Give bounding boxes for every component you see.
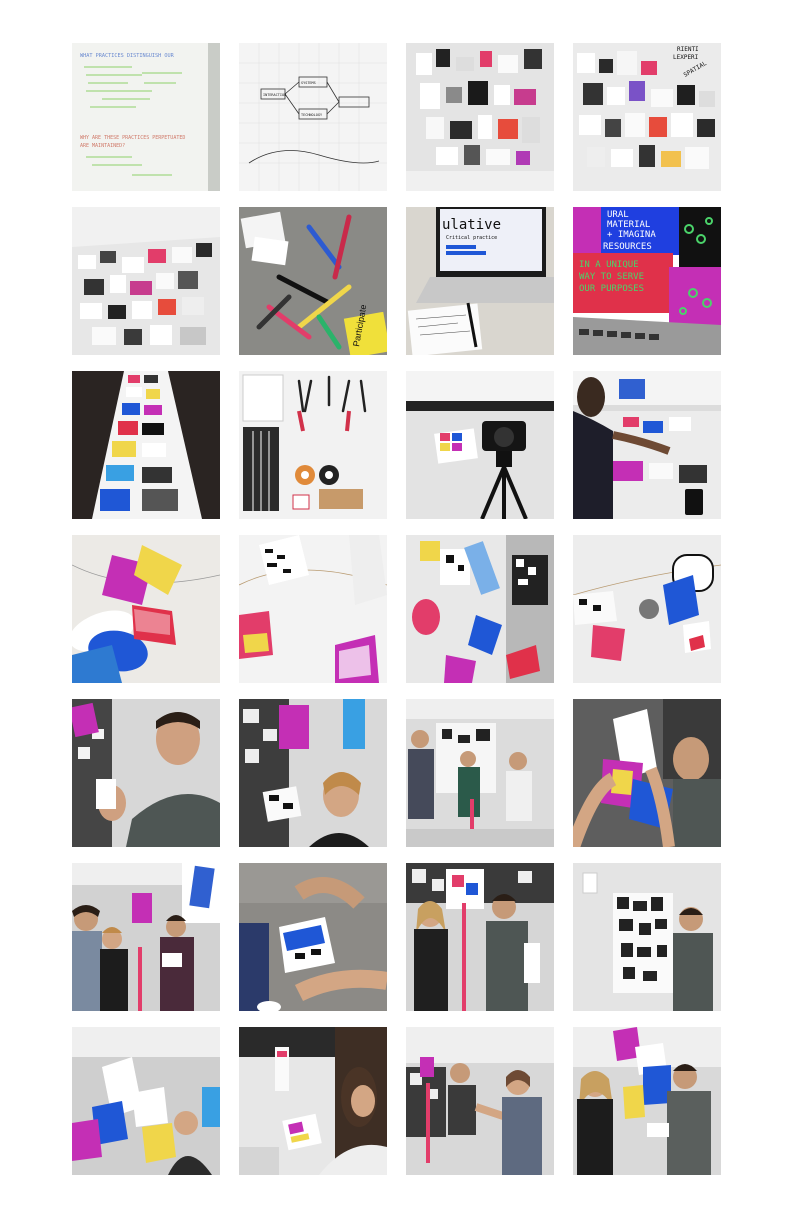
photo-pair-mobile-3 [573, 1027, 721, 1175]
svg-text:WHY ARE THESE PRACTICES PERPET: WHY ARE THESE PRACTICES PERPETUATED [80, 135, 185, 141]
photo-man-wall [573, 863, 721, 1011]
photo-print-strip [72, 371, 220, 519]
photo-laptop-poster: URAL MATERIAL + IMAGINA RESOURCES IN A U… [573, 207, 721, 355]
photo-pair-mobile-2 [406, 1027, 554, 1175]
svg-text:URAL: URAL [607, 210, 629, 220]
photo-grid-paper-sketch: INTERACTION SYSTEMS TECHNOLOGY [239, 43, 387, 191]
photo-group-three [72, 863, 220, 1011]
svg-text:WHAT PRACTICES DISTINGUISH OUR: WHAT PRACTICES DISTINGUISH OUR [80, 53, 175, 59]
photo-mobile-1 [72, 535, 220, 683]
photo-man-holding [72, 699, 220, 847]
photo-hands-up [573, 699, 721, 847]
svg-text:LEXPERI: LEXPERI [673, 54, 699, 61]
svg-text:TECHNOLOGY: TECHNOLOGY [301, 113, 323, 117]
photo-woman-reading [239, 1027, 387, 1175]
photo-pinned-wall-1 [406, 43, 554, 191]
svg-text:OUR PURPOSES: OUR PURPOSES [579, 284, 644, 294]
svg-text:ulative: ulative [442, 217, 501, 233]
svg-text:RESOURCES: RESOURCES [603, 242, 652, 252]
photo-person-cutting [573, 371, 721, 519]
photo-camera-table [406, 371, 554, 519]
svg-text:Critical practice: Critical practice [446, 235, 497, 241]
photo-pair-mobile [406, 863, 554, 1011]
photo-hands-cube [239, 863, 387, 1011]
photo-three-people [406, 699, 554, 847]
photo-tools [239, 371, 387, 519]
svg-text:WAY TO SERVE: WAY TO SERVE [579, 272, 644, 282]
photo-woman-hanging [72, 1027, 220, 1175]
photo-markers: Participate [239, 207, 387, 355]
svg-text:RIENTI: RIENTI [677, 46, 699, 53]
photo-laptop-speculative: ulative Critical practice [406, 207, 554, 355]
svg-text:MATERIAL: MATERIAL [607, 220, 650, 230]
photo-mobile-3 [406, 535, 554, 683]
photo-woman-mobile [239, 699, 387, 847]
photo-mobile-2 [239, 535, 387, 683]
photo-mobile-4 [573, 535, 721, 683]
svg-text:+ IMAGINA: + IMAGINA [607, 230, 656, 240]
svg-text:INTERACTION: INTERACTION [263, 93, 286, 97]
svg-text:ARE MAINTAINED?: ARE MAINTAINED? [80, 143, 125, 149]
svg-text:SYSTEMS: SYSTEMS [301, 81, 316, 85]
photo-grid: WHAT PRACTICES DISTINGUISH OUR WHY ARE T… [72, 43, 721, 1175]
photo-pinned-wall-2: RIENTI LEXPERI SPATIAL [573, 43, 721, 191]
photo-whiteboard: WHAT PRACTICES DISTINGUISH OUR WHY ARE T… [72, 43, 220, 191]
svg-text:IN A UNIQUE: IN A UNIQUE [579, 260, 639, 270]
photo-table-prints [72, 207, 220, 355]
